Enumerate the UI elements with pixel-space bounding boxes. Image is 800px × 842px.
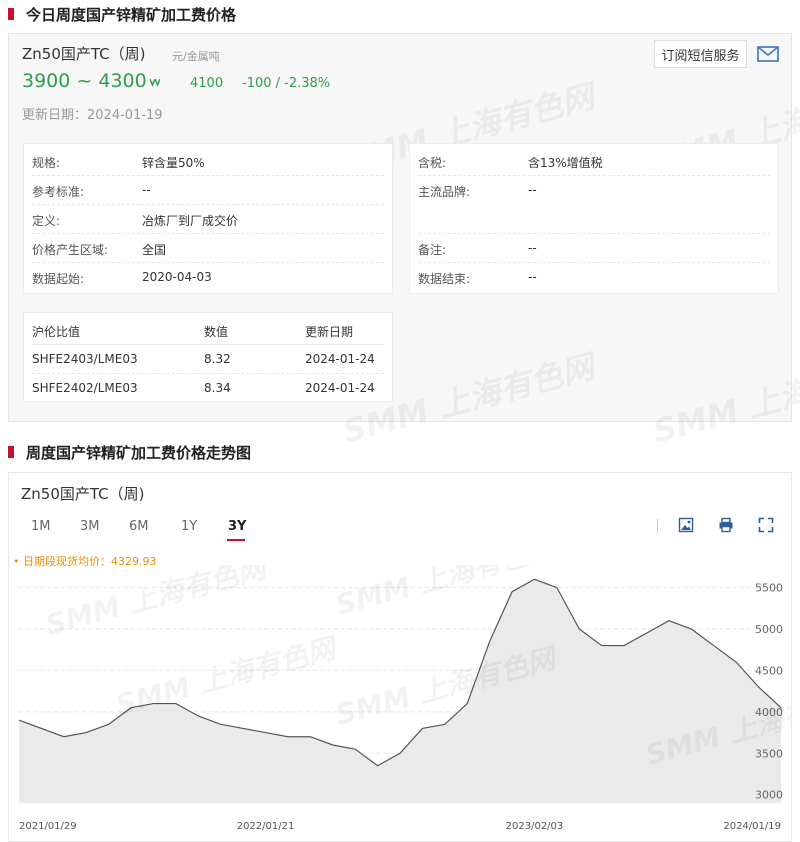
spec-row: 参考标准: -- bbox=[32, 176, 384, 205]
watermark: SMM 上海有色网 bbox=[112, 630, 342, 721]
update-date: 更新日期：2024-01-19 bbox=[22, 108, 163, 123]
x-tick-label: 2021/01/29 bbox=[19, 821, 77, 832]
y-tick-label: 3000 bbox=[755, 789, 783, 802]
x-tick-label: 2024/01/19 bbox=[723, 821, 781, 832]
price-detail-panel: SMM 上海有色网 SMM 上海有色网 SMM 上海有色网 SMM 上海有色网 … bbox=[8, 33, 800, 451]
ratio-header-row: 沪伦比值 数值 更新日期 bbox=[32, 316, 384, 345]
spec-value: 锌含量50% bbox=[142, 156, 205, 170]
watermark: SMM 上海有色网 bbox=[42, 565, 272, 642]
x-tick-label: 2022/01/21 bbox=[237, 821, 295, 832]
subscribe-sms-button[interactable]: 订阅短信服务 bbox=[654, 40, 747, 68]
product-unit: 元/金属吨 bbox=[172, 50, 220, 63]
spec-value: 全国 bbox=[142, 243, 167, 257]
trend-chart-panel: Zn50国产TC（周) 1M 3M 6M 1Y 3Y • 日期段现货均价：432… bbox=[8, 472, 792, 842]
product-name: Zn50国产TC（周) bbox=[22, 45, 146, 63]
tab-6m[interactable]: 6M bbox=[129, 519, 149, 534]
table-row: SHFE2402/LME03 8.34 2024-01-24 bbox=[32, 374, 384, 402]
spec-label: 参考标准: bbox=[32, 185, 85, 199]
download-image-icon[interactable] bbox=[678, 517, 698, 537]
spec-label: 规格: bbox=[32, 156, 61, 170]
price-change: -100 / -2.38% bbox=[242, 76, 331, 91]
spec-value: 含13%增值税 bbox=[528, 156, 603, 170]
spec-value: 冶炼厂到厂成交价 bbox=[142, 214, 239, 228]
specs-left-box: 规格: 锌含量50% 参考标准: -- 定义: 冶炼厂到厂成交价 价格产生区域:… bbox=[23, 143, 393, 294]
y-tick-label: 4500 bbox=[755, 664, 783, 677]
section-header-trend: 周度国产锌精矿加工费价格走势图 bbox=[8, 442, 251, 462]
watermark: SMM 上海有色网 bbox=[648, 347, 800, 451]
tab-1m[interactable]: 1M bbox=[31, 519, 51, 534]
spec-value: -- bbox=[528, 270, 537, 284]
ratio-header: 更新日期 bbox=[305, 325, 354, 339]
spec-row: 备注: -- bbox=[418, 234, 770, 263]
spec-label: 备注: bbox=[418, 243, 447, 257]
spec-label: 主流品牌: bbox=[418, 185, 471, 199]
y-tick-label: 5000 bbox=[755, 623, 783, 636]
tab-1y[interactable]: 1Y bbox=[181, 519, 197, 534]
mail-icon[interactable] bbox=[757, 46, 779, 66]
spec-label: 含税: bbox=[418, 156, 447, 170]
spec-row: 定义: 冶炼厂到厂成交价 bbox=[32, 205, 384, 234]
toolbar-divider bbox=[657, 519, 658, 533]
ratio-date: 2024-01-24 bbox=[305, 381, 375, 395]
print-icon[interactable] bbox=[718, 517, 738, 537]
down-double-arrow-icon bbox=[149, 77, 161, 90]
table-row: SHFE2403/LME03 8.32 2024-01-24 bbox=[32, 345, 384, 374]
chart-title: Zn50国产TC（周) bbox=[21, 485, 145, 503]
spec-value: -- bbox=[142, 183, 151, 197]
price-range: 3900 ~ 4300 bbox=[22, 70, 147, 92]
spec-row: 数据结束: -- bbox=[418, 263, 770, 291]
y-tick-label: 3500 bbox=[755, 747, 783, 760]
spec-value: 2020-04-03 bbox=[142, 270, 212, 284]
section-marker bbox=[8, 8, 14, 20]
section-marker bbox=[8, 446, 14, 458]
trend-chart: 300035004000450050005500 2021/01/29 2022/… bbox=[18, 565, 791, 832]
ratio-name: SHFE2402/LME03 bbox=[32, 381, 138, 395]
average-price: 4100 bbox=[190, 76, 224, 91]
spec-label: 数据起始: bbox=[32, 272, 85, 286]
spec-row: 规格: 锌含量50% bbox=[32, 147, 384, 176]
ratio-value: 8.34 bbox=[204, 381, 231, 395]
section-title: 今日周度国产锌精矿加工费价格 bbox=[26, 5, 237, 24]
x-tick-label: 2023/02/03 bbox=[506, 821, 564, 832]
y-tick-label: 5500 bbox=[755, 582, 783, 595]
spec-value: -- bbox=[528, 183, 537, 197]
active-tab-indicator bbox=[227, 539, 245, 541]
section-header-today-price: 今日周度国产锌精矿加工费价格 bbox=[8, 4, 236, 24]
tab-3m[interactable]: 3M bbox=[80, 519, 100, 534]
ratio-value: 8.32 bbox=[204, 352, 231, 366]
spec-row: 主流品牌: -- bbox=[418, 176, 770, 234]
ratio-table: 沪伦比值 数值 更新日期 SHFE2403/LME03 8.32 2024-01… bbox=[23, 312, 393, 402]
ratio-name: SHFE2403/LME03 bbox=[32, 352, 138, 366]
ratio-date: 2024-01-24 bbox=[305, 352, 375, 366]
fullscreen-icon[interactable] bbox=[758, 517, 778, 537]
spec-label: 价格产生区域: bbox=[32, 243, 109, 257]
specs-right-box: 含税: 含13%增值税 主流品牌: -- 备注: -- 数据结束: -- bbox=[409, 143, 779, 294]
spec-row: 含税: 含13%增值税 bbox=[418, 147, 770, 176]
spec-label: 数据结束: bbox=[418, 272, 471, 286]
ratio-header: 数值 bbox=[204, 325, 229, 339]
section-title: 周度国产锌精矿加工费价格走势图 bbox=[26, 443, 252, 462]
spec-row: 数据起始: 2020-04-03 bbox=[32, 263, 384, 291]
spec-value: -- bbox=[528, 241, 537, 255]
spec-label: 定义: bbox=[32, 214, 61, 228]
tab-3y[interactable]: 3Y bbox=[228, 519, 246, 534]
spec-row: 价格产生区域: 全国 bbox=[32, 234, 384, 263]
ratio-header: 沪伦比值 bbox=[32, 325, 81, 339]
